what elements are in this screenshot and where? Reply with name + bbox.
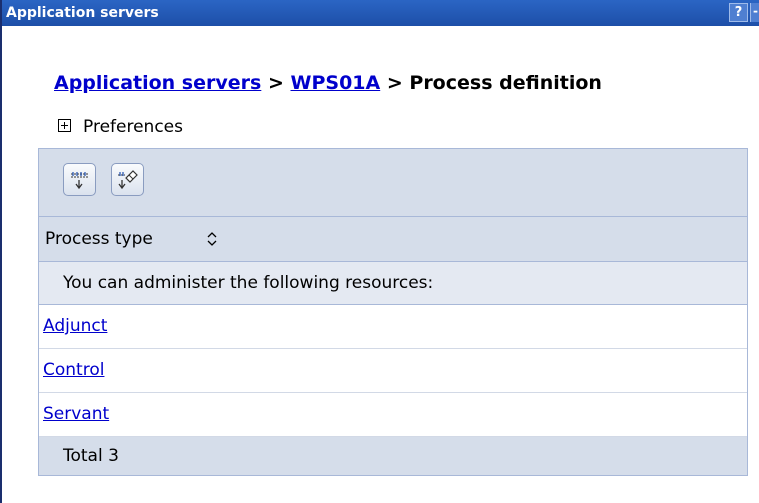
sort-icon[interactable]: [206, 230, 218, 248]
breadcrumb-link-application-servers[interactable]: Application servers: [54, 72, 261, 94]
breadcrumb-current: Process definition: [409, 72, 602, 94]
breadcrumb-separator: >: [386, 72, 403, 94]
preferences-toggle[interactable]: Preferences: [58, 117, 183, 137]
table-row: Control: [39, 349, 747, 393]
column-header-process-type[interactable]: Process type: [39, 217, 747, 262]
table-info-row: You can administer the following resourc…: [39, 262, 747, 305]
breadcrumb-separator: >: [267, 72, 284, 94]
select-all-button[interactable]: [63, 163, 96, 196]
table-row: Servant: [39, 393, 747, 437]
table-footer: Total 3: [39, 437, 747, 475]
portlet-titlebar: Application servers ? -: [2, 0, 759, 26]
table-toolbar: [39, 149, 747, 217]
breadcrumb: Application servers > WPS01A > Process d…: [54, 72, 602, 94]
breadcrumb-link-wps01a[interactable]: WPS01A: [291, 72, 381, 94]
collapse-button[interactable]: -: [750, 3, 759, 22]
preferences-label[interactable]: Preferences: [83, 117, 183, 137]
total-count: Total 3: [63, 446, 119, 466]
deselect-all-button[interactable]: [111, 163, 144, 196]
select-all-icon: [71, 172, 88, 190]
process-link-adjunct[interactable]: Adjunct: [43, 316, 107, 336]
help-button[interactable]: ?: [729, 3, 748, 22]
deselect-all-icon: [118, 170, 138, 190]
process-link-control[interactable]: Control: [43, 360, 104, 380]
portlet-title: Application servers: [6, 5, 159, 21]
expand-plus-icon[interactable]: [58, 118, 71, 132]
process-type-table: Process type You can administer the foll…: [38, 148, 748, 476]
process-link-servant[interactable]: Servant: [43, 404, 109, 424]
portlet-frame: Application servers ? - Application serv…: [0, 0, 759, 503]
table-row: Adjunct: [39, 305, 747, 349]
column-header-label[interactable]: Process type: [45, 229, 153, 249]
table-info-text: You can administer the following resourc…: [63, 273, 434, 293]
